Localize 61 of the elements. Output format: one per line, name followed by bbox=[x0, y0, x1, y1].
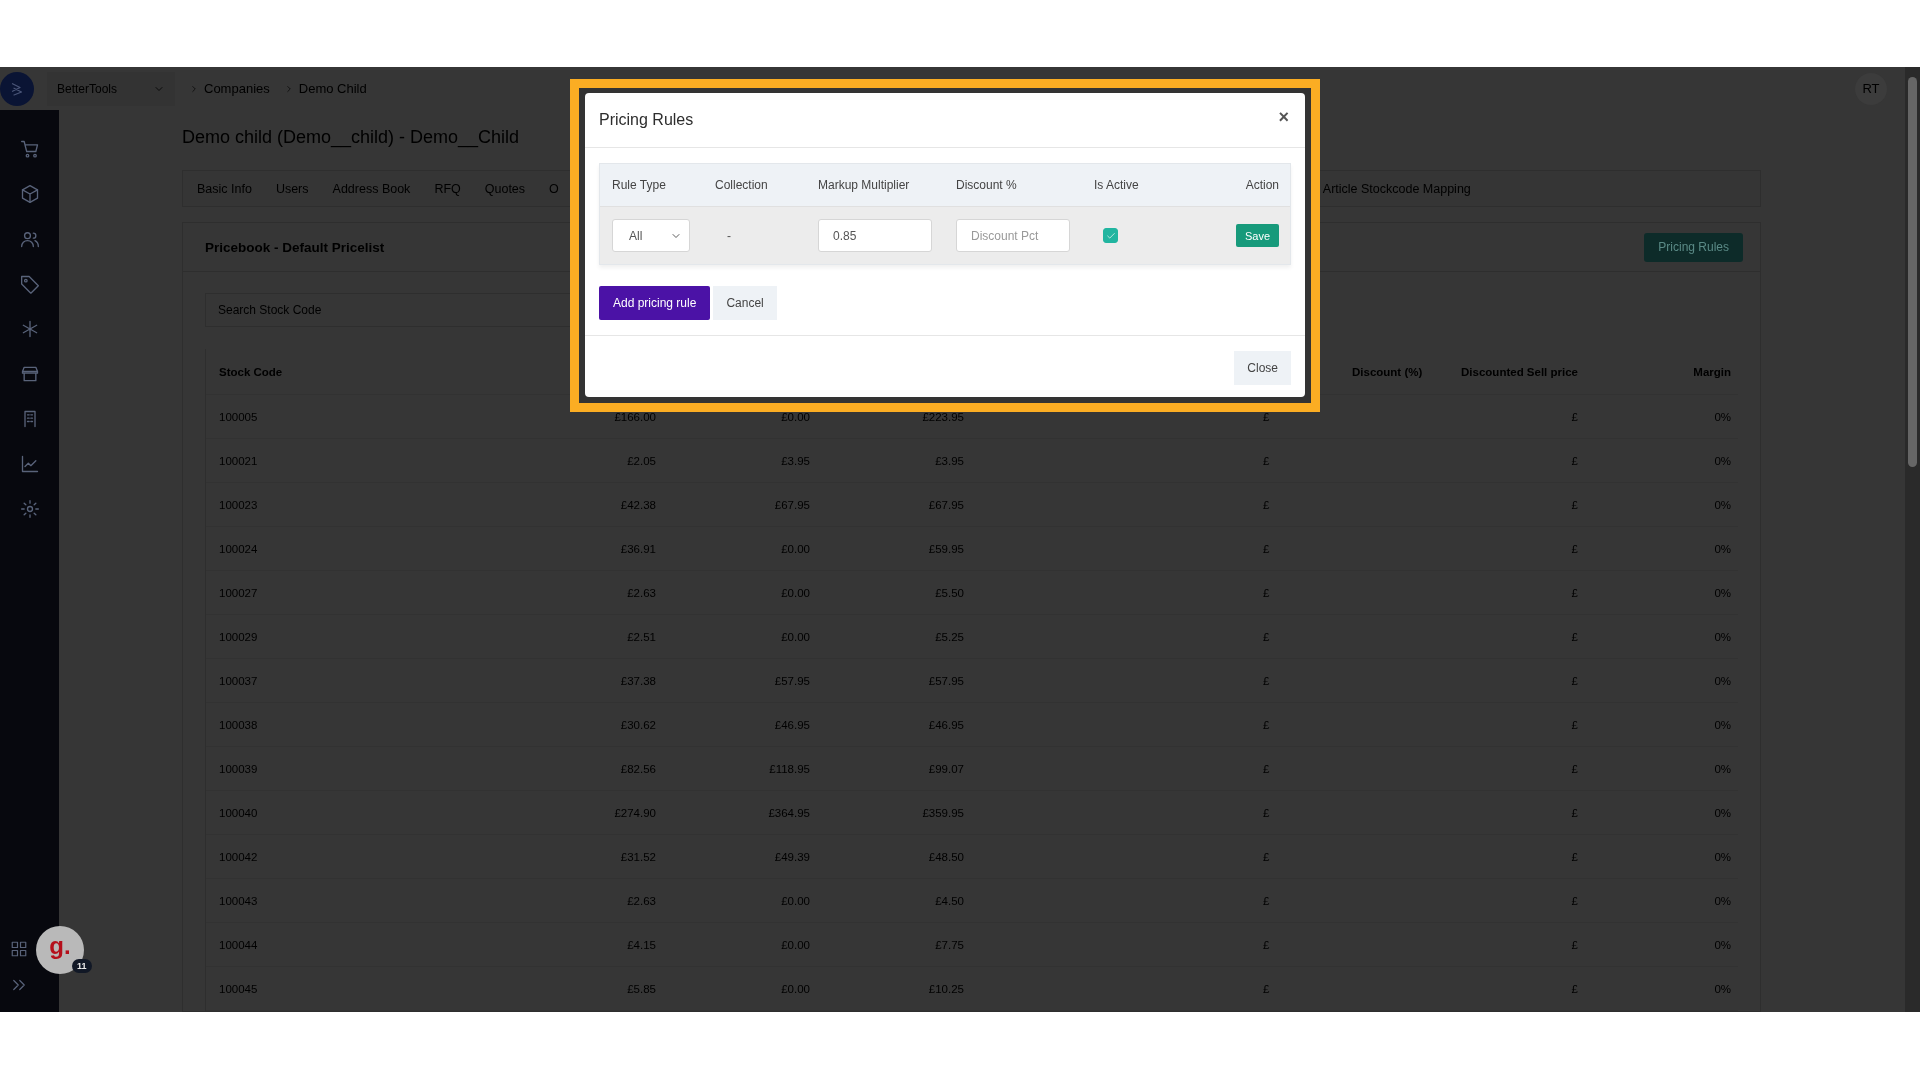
table-cell: £ bbox=[1263, 674, 1270, 687]
column-header: Markup Multiplier bbox=[818, 178, 911, 192]
cancel-button[interactable]: Cancel bbox=[713, 286, 777, 320]
table-cell: £ bbox=[1571, 718, 1578, 731]
table-cell: £ bbox=[1571, 762, 1578, 775]
modal-title: Pricing Rules bbox=[599, 111, 694, 129]
table-cell: £ bbox=[1263, 542, 1270, 555]
scrollbar[interactable] bbox=[1905, 67, 1920, 1012]
box-icon[interactable] bbox=[19, 184, 40, 204]
table-cell: £ bbox=[1571, 542, 1578, 555]
table-cell: £ bbox=[1571, 410, 1578, 423]
rule-type-select[interactable]: All bbox=[612, 219, 690, 252]
column-header: Discount % bbox=[956, 178, 1018, 192]
close-button[interactable]: × bbox=[1276, 106, 1291, 128]
table-cell: £ bbox=[1263, 498, 1270, 511]
save-button[interactable]: Save bbox=[1235, 224, 1279, 247]
close-button[interactable]: Close bbox=[1234, 351, 1291, 385]
user-avatar[interactable]: RT bbox=[1855, 72, 1887, 105]
discount-field[interactable]: Discount Pct bbox=[956, 219, 1070, 252]
table-cell: £ bbox=[1571, 850, 1578, 863]
table-cell: £ bbox=[1571, 982, 1578, 995]
table-cell: £ bbox=[1571, 454, 1578, 467]
add-pricing-rule-button[interactable]: Add pricing rule bbox=[599, 286, 711, 320]
markup-multiplier-field[interactable]: 0.85 bbox=[818, 219, 932, 252]
chart-icon[interactable] bbox=[19, 454, 40, 474]
active-checkbox[interactable] bbox=[1103, 228, 1118, 243]
table-cell: £ bbox=[1263, 982, 1270, 995]
scrollbar-thumb[interactable] bbox=[1908, 77, 1917, 467]
table-cell: - bbox=[727, 228, 731, 243]
table-cell: £ bbox=[1263, 410, 1270, 423]
table-cell: £ bbox=[1571, 938, 1578, 951]
column-header: Is Active bbox=[1094, 178, 1140, 192]
cart-icon[interactable] bbox=[19, 139, 40, 159]
table-cell: £ bbox=[1263, 762, 1270, 775]
tag-icon[interactable] bbox=[19, 274, 40, 294]
check-icon bbox=[1105, 230, 1116, 241]
users-icon[interactable] bbox=[19, 229, 40, 249]
table-cell: £ bbox=[1571, 586, 1578, 599]
table-cell: £ bbox=[1263, 806, 1270, 819]
table-cell: £ bbox=[1263, 586, 1270, 599]
notification-badge: 11 bbox=[72, 959, 92, 973]
pricing-rules-button[interactable]: Pricing Rules bbox=[1644, 232, 1743, 262]
table-cell: £ bbox=[1263, 718, 1270, 731]
table-cell: £ bbox=[1571, 806, 1578, 819]
table-cell: £ bbox=[1571, 630, 1578, 643]
table-cell: £ bbox=[1571, 894, 1578, 907]
table-cell: £ bbox=[1263, 630, 1270, 643]
table-cell: £ bbox=[1571, 498, 1578, 511]
chevron-right-icon bbox=[189, 83, 199, 94]
table-cell: £ bbox=[1263, 894, 1270, 907]
gear-icon[interactable] bbox=[19, 499, 40, 519]
logo-icon[interactable] bbox=[0, 71, 34, 106]
table-cell: £ bbox=[1571, 674, 1578, 687]
table-cell: £ bbox=[1263, 850, 1270, 863]
column-header: Collection bbox=[715, 178, 769, 192]
column-header: Action bbox=[1245, 178, 1279, 192]
grid-icon[interactable] bbox=[9, 940, 28, 958]
store-icon[interactable] bbox=[19, 364, 40, 384]
column-header: Rule Type bbox=[612, 178, 667, 192]
table-cell: £ bbox=[1263, 938, 1270, 951]
table-cell: £ bbox=[1263, 454, 1270, 467]
